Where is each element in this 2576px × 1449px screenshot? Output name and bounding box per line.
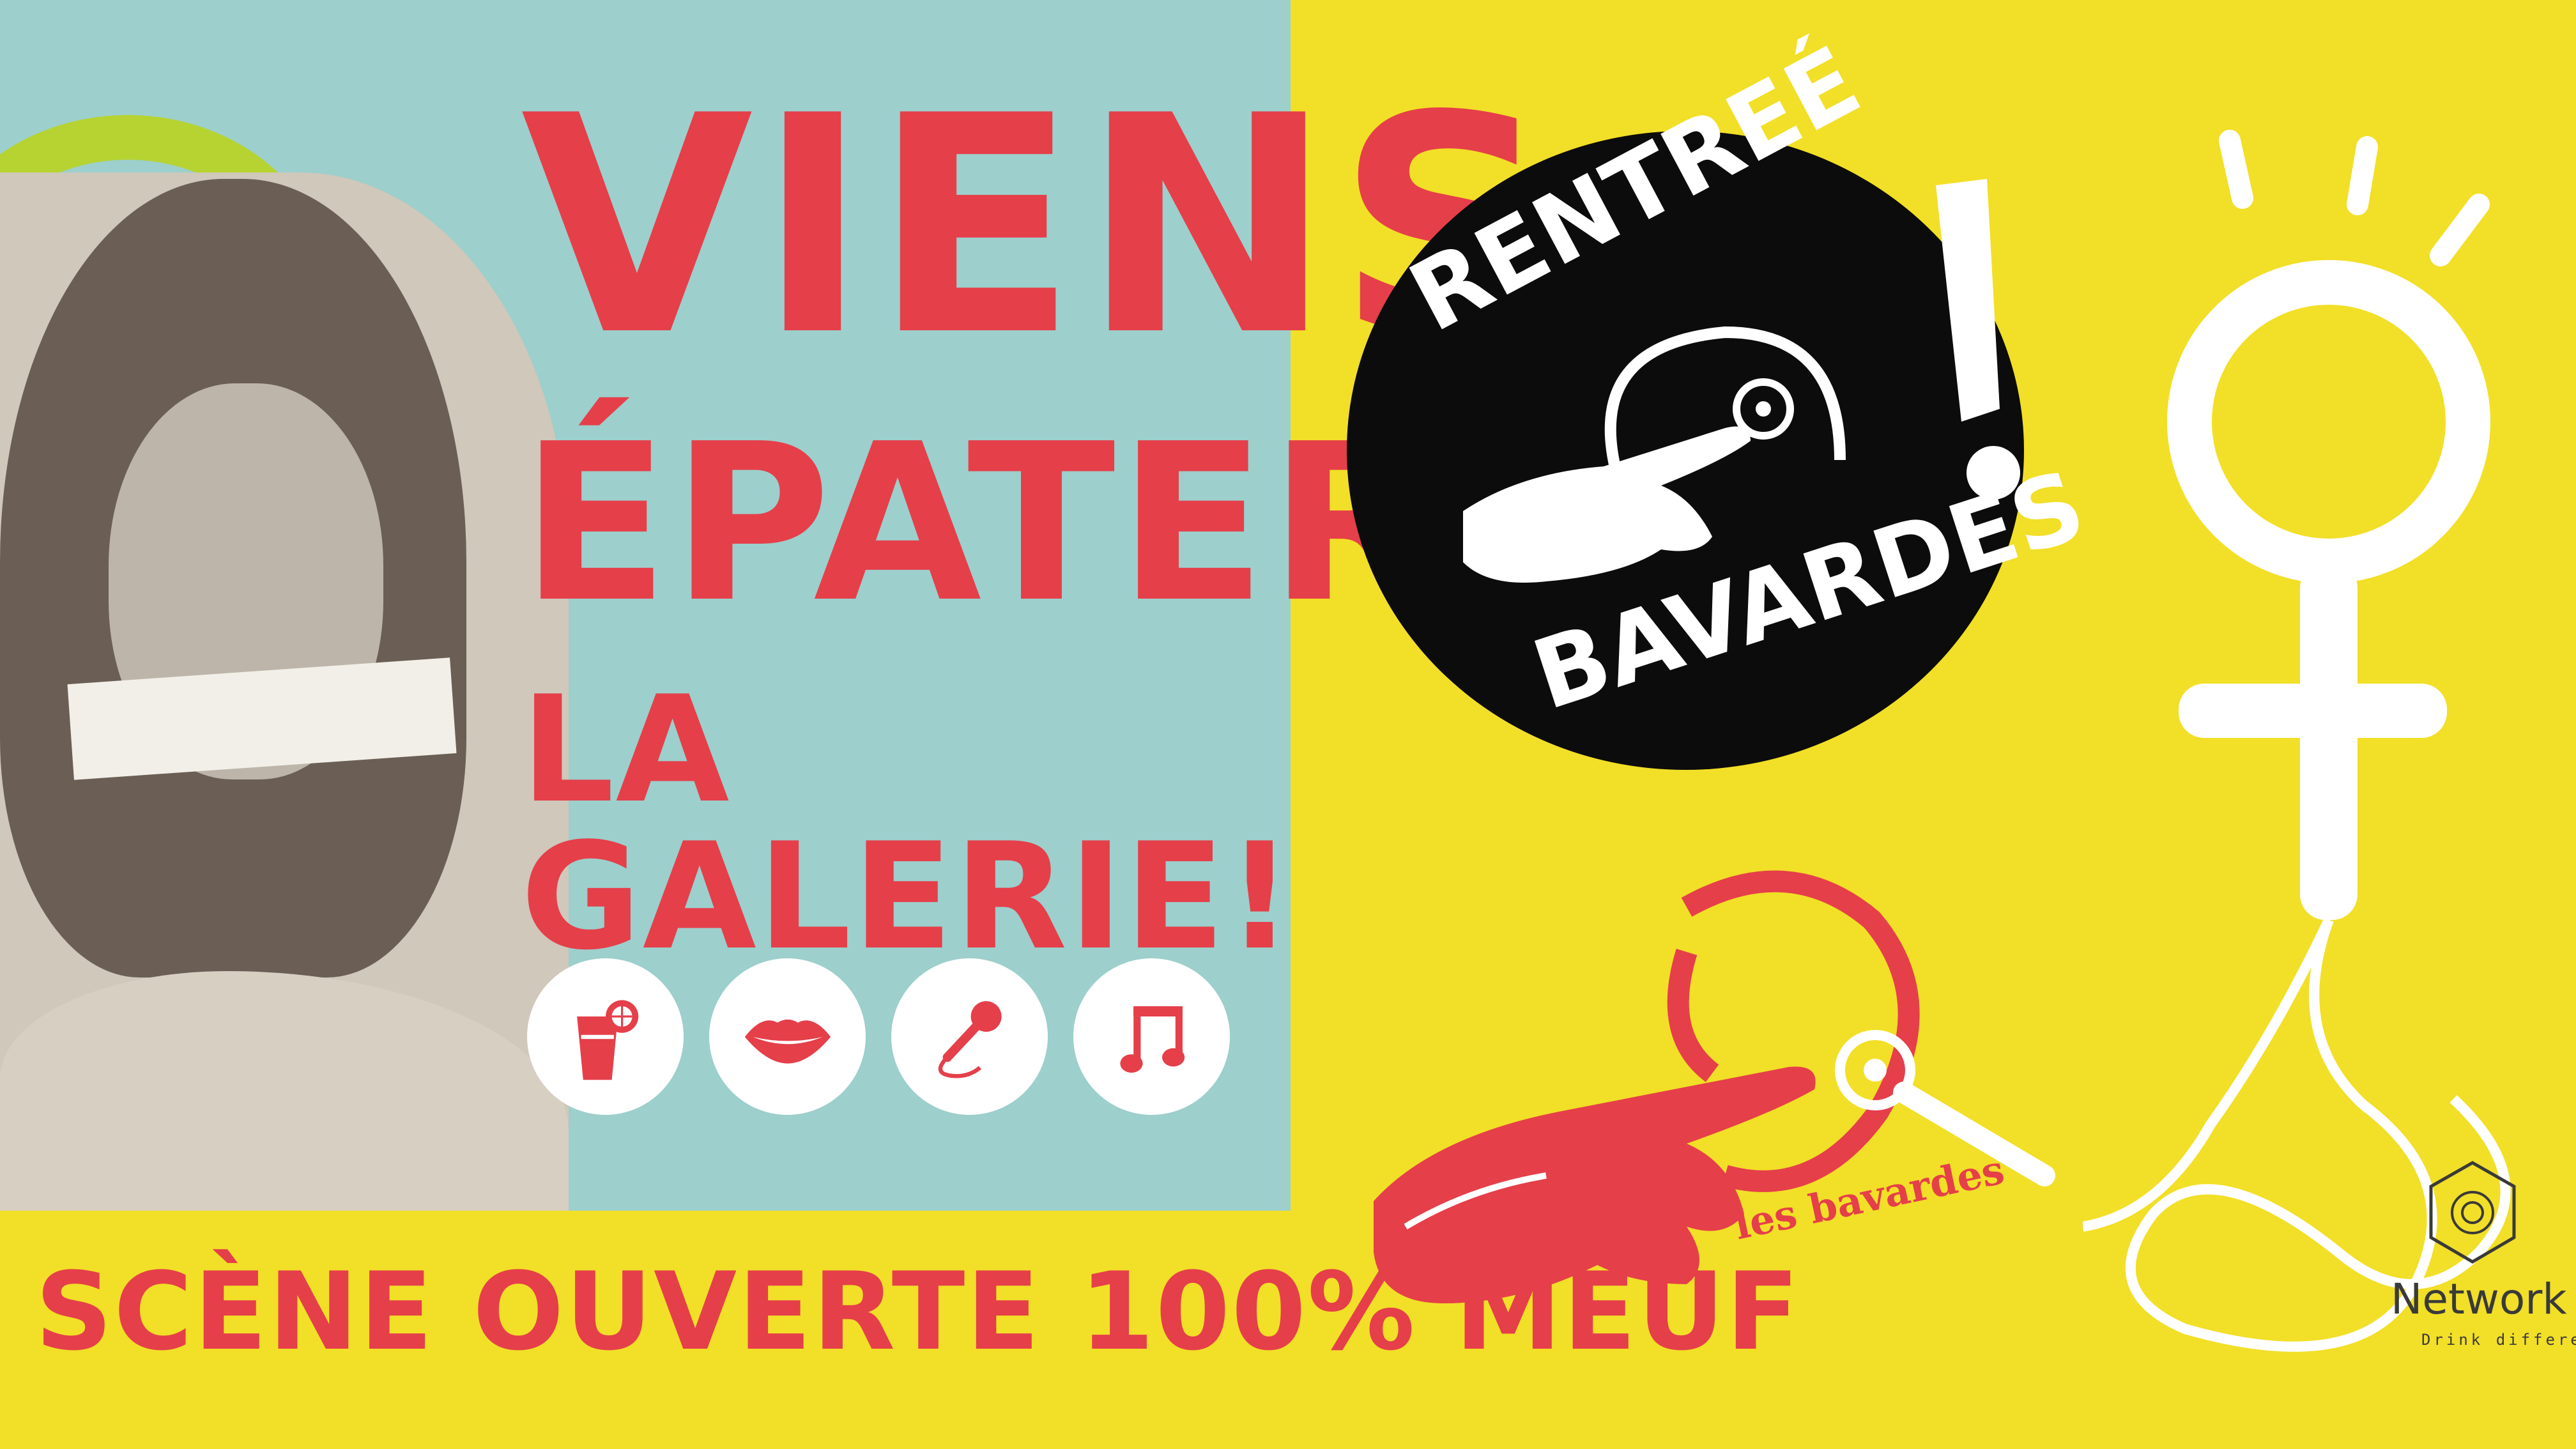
activity-icons bbox=[527, 958, 1230, 1115]
lips-icon bbox=[709, 958, 866, 1115]
headline-line-1: VIENS bbox=[521, 52, 1557, 401]
headline: VIENS ÉPATER LA GALERIE! bbox=[521, 52, 1557, 983]
portrait-photo bbox=[0, 172, 569, 1211]
brand-name: Network bbox=[2391, 1275, 2567, 1324]
logo-text: les bavardes bbox=[1730, 1146, 2008, 1249]
headline-line-3: LA GALERIE! bbox=[521, 665, 1295, 983]
brand-slogan: Drink different bbox=[2421, 1331, 2576, 1349]
portrait-shoulders bbox=[0, 971, 569, 1211]
headline-line-2: ÉPATER bbox=[521, 397, 1439, 650]
drink-icon bbox=[527, 958, 684, 1115]
network-logo-icon bbox=[2429, 1161, 2516, 1264]
music-note-icon bbox=[1073, 958, 1230, 1115]
microphone-icon bbox=[891, 958, 1048, 1115]
les-bavardes-logo: les bavardes bbox=[1374, 870, 2055, 1303]
